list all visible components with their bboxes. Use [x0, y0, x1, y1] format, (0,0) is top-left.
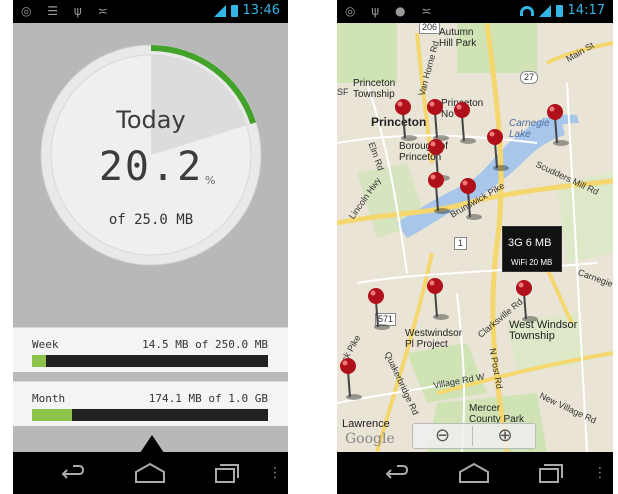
wifi-icon [519, 5, 534, 16]
month-progress-fill [32, 409, 73, 421]
status-time: 14:17 [567, 3, 605, 18]
route-206-shield: 206 [419, 23, 441, 34]
home-icon[interactable] [133, 462, 167, 484]
status-icons: 14:17 [519, 3, 605, 18]
map-view[interactable]: Autumn Hill Park Main St Princeton Townshi… [337, 23, 613, 452]
status-icons: 13:46 [213, 3, 280, 18]
month-label: Month [32, 392, 66, 405]
back-icon[interactable] [383, 462, 409, 484]
recent-apps-icon[interactable] [214, 462, 240, 484]
zoom-controls: ⊖ ⊕ [412, 423, 536, 449]
map-pin-9[interactable] [366, 287, 390, 331]
gauge-percent-unit: % [205, 174, 216, 187]
map-pin-11[interactable] [514, 279, 538, 323]
route-1-shield: 1 [454, 237, 468, 250]
status-time: 13:46 [242, 3, 280, 18]
zoom-in-icon[interactable]: ⊕ [475, 426, 535, 446]
map-label-autumn-hill-park: Autumn Hill Park [439, 27, 477, 49]
signal-icon [538, 4, 551, 17]
map-pin-12[interactable] [338, 357, 362, 401]
recent-apps-icon[interactable] [538, 462, 564, 484]
overflow-menu-icon[interactable]: ⋮ [593, 462, 607, 484]
map-pin-6[interactable] [426, 171, 450, 215]
map-pin-3[interactable] [452, 101, 476, 145]
usage-tooltip[interactable]: 3G 6 MB WiFi 20 MB [502, 226, 562, 272]
signal-icon [213, 4, 226, 17]
week-usage-panel[interactable]: Week 14.5 MB of 250.0 MB [13, 327, 288, 372]
map-label-west-windsor: West Windsor Township [509, 319, 578, 342]
week-progress-fill [32, 355, 46, 367]
notification-icons: ◎ ψ ● ≍ [345, 4, 438, 18]
map-label-sf: SF [337, 87, 349, 97]
map-label-carnegie-lake: Carnegie Lake [509, 118, 550, 140]
week-progress-bar [32, 355, 268, 367]
navigation-bar: ⋮ [337, 452, 613, 494]
week-label: Week [32, 338, 59, 351]
usage-gauge: Today 20.2 % of 25.0 MB [40, 44, 262, 266]
map-pin-8[interactable] [545, 103, 569, 147]
gauge-percent-value: 20.2 [98, 144, 204, 190]
route-27-shield: 27 [520, 71, 539, 84]
month-usage-value: 174.1 MB of 1.0 GB [148, 392, 268, 405]
battery-icon [555, 4, 563, 17]
map-pin-7[interactable] [458, 177, 482, 221]
phone-map-usage: ◎ ψ ● ≍ 14:17 Autumn Hill Park Main St P… [337, 0, 613, 494]
google-logo: Google [345, 431, 395, 447]
battery-icon [230, 4, 238, 17]
zoom-out-icon[interactable]: ⊖ [413, 426, 473, 446]
tooltip-wifi-usage: WiFi 20 MB [511, 258, 553, 267]
map-label-mercer-county-park: Mercer County Park [469, 403, 525, 425]
phone-data-usage: ◎ ☰ ψ ≍ 13:46 Today 20.2 % of 25.0 MB We… [13, 0, 288, 494]
month-usage-panel[interactable]: Month 174.1 MB of 1.0 GB [13, 381, 288, 426]
pull-up-notch[interactable] [140, 435, 164, 453]
navigation-bar: ⋮ [13, 452, 288, 494]
back-icon[interactable] [59, 462, 85, 484]
map-label-westwindsor-pl: Westwindsor Pl Project [405, 328, 463, 350]
map-pin-10[interactable] [425, 277, 449, 321]
status-bar: ◎ ψ ● ≍ 14:17 [337, 0, 613, 23]
map-label-princeton-township: Princeton Township [353, 78, 396, 100]
gauge-period-label: Today [116, 106, 186, 134]
gauge-limit-text: of 25.0 MB [108, 212, 194, 228]
month-progress-bar [32, 409, 268, 421]
map-label-lawrence: Lawrence [342, 418, 390, 430]
map-pin-2[interactable] [425, 98, 449, 142]
notification-icons: ◎ ☰ ψ ≍ [21, 4, 114, 18]
overflow-menu-icon[interactable]: ⋮ [268, 462, 282, 484]
map-pin-1[interactable] [393, 98, 417, 142]
tooltip-3g-usage: 3G 6 MB [508, 237, 552, 249]
map-pin-4[interactable] [485, 128, 509, 172]
status-bar: ◎ ☰ ψ ≍ 13:46 [13, 0, 288, 23]
home-icon[interactable] [457, 462, 491, 484]
week-usage-value: 14.5 MB of 250.0 MB [142, 338, 268, 351]
